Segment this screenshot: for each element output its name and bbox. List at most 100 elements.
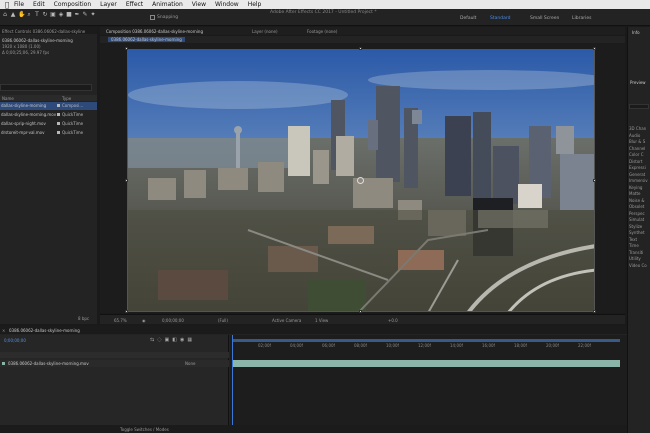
- effect-category-item[interactable]: Immersiv: [629, 178, 648, 183]
- pan-behind-tool-icon[interactable]: ◈: [58, 12, 64, 18]
- camera-tool-icon[interactable]: ▣: [50, 12, 56, 18]
- bpc-button[interactable]: 8 bpc: [78, 316, 89, 321]
- menu-animation[interactable]: Animation: [152, 1, 183, 8]
- effect-category-item[interactable]: Synthet: [629, 230, 645, 235]
- effect-category-item[interactable]: Stylize: [629, 224, 642, 229]
- shape-tool-icon[interactable]: ■: [66, 12, 72, 18]
- menu-composition[interactable]: Composition: [54, 1, 91, 8]
- menu-layer[interactable]: Layer: [100, 1, 117, 8]
- close-icon[interactable]: ×: [2, 328, 5, 333]
- apple-icon[interactable]: : [0, 1, 14, 9]
- effect-category-item[interactable]: Color C: [629, 152, 644, 157]
- pen-tool-icon[interactable]: ✒: [74, 12, 80, 18]
- transform-handle[interactable]: [593, 47, 596, 50]
- workspace-default[interactable]: Default: [460, 16, 476, 21]
- parent-dropdown[interactable]: None: [185, 361, 195, 366]
- playhead[interactable]: [232, 335, 233, 425]
- effect-category-item[interactable]: Keying: [629, 185, 642, 190]
- tab-composition[interactable]: Composition 0386.06062-dallas-skyline-mo…: [106, 29, 203, 34]
- zoom-tool-icon[interactable]: ⌕: [26, 12, 32, 18]
- effect-controls-tab[interactable]: Effect Controls 0386.06062-dallas-skylin…: [2, 29, 85, 34]
- selection-tool-icon[interactable]: ▲: [10, 12, 16, 18]
- menu-file[interactable]: File: [14, 1, 24, 8]
- zoom-dropdown[interactable]: 65.7%: [114, 318, 127, 323]
- transform-handle[interactable]: [359, 310, 362, 313]
- effect-category-item[interactable]: Channel: [629, 146, 645, 151]
- menu-view[interactable]: View: [192, 1, 206, 8]
- effect-category-item[interactable]: Matte: [629, 191, 641, 196]
- brush-tool-icon[interactable]: ✎: [82, 12, 88, 18]
- column-name[interactable]: Name: [2, 96, 14, 101]
- puppet-tool-icon[interactable]: ✦: [90, 12, 96, 18]
- list-item[interactable]: dallas-skyline-morning.mov QuickTime: [0, 111, 97, 119]
- hand-tool-icon[interactable]: ✋: [18, 12, 25, 18]
- transform-handle[interactable]: [125, 47, 128, 50]
- effect-category-item[interactable]: Obsolet: [629, 204, 644, 209]
- column-type[interactable]: Type: [62, 96, 71, 101]
- list-item[interactable]: dallas-skyline-morning Composi...: [0, 102, 97, 110]
- text-tool-icon[interactable]: T: [34, 12, 40, 18]
- effects-search-input[interactable]: [629, 104, 649, 109]
- transform-handle[interactable]: [359, 47, 362, 50]
- menu-effect[interactable]: Effect: [126, 1, 143, 8]
- resolution-dropdown[interactable]: (Full): [218, 318, 228, 323]
- tab-info[interactable]: Info: [632, 30, 640, 35]
- workspace-small-screen[interactable]: Small Screen: [530, 16, 559, 21]
- effect-category-item[interactable]: Time: [629, 243, 639, 248]
- workspace-standard[interactable]: Standard: [490, 16, 510, 21]
- workspace-libraries[interactable]: Libraries: [572, 16, 591, 21]
- effect-category-item[interactable]: Generat: [629, 172, 645, 177]
- effect-category-item[interactable]: Perspec: [629, 211, 645, 216]
- timeline-tab-bar: × 0386.06062-dallas-skyline-morning: [0, 326, 627, 334]
- timeline-timecode[interactable]: 0;00;00;00: [4, 338, 26, 343]
- transform-handle[interactable]: [593, 310, 596, 313]
- layer-duration-bar[interactable]: [232, 360, 620, 367]
- timeline-switches[interactable]: ⇆◌▣◧◉▦: [150, 337, 230, 345]
- views-dropdown[interactable]: 1 View: [315, 318, 328, 323]
- anchor-point-icon[interactable]: [357, 177, 364, 184]
- effect-category-item[interactable]: Video Co: [629, 263, 647, 268]
- rotate-tool-icon[interactable]: ↻: [42, 12, 48, 18]
- effect-category-item[interactable]: Simulat: [629, 217, 644, 222]
- list-item[interactable]: drstoreit-mpr-val.mov QuickTime: [0, 129, 97, 137]
- menu-edit[interactable]: Edit: [33, 1, 45, 8]
- transform-handle[interactable]: [125, 179, 128, 182]
- menu-window[interactable]: Window: [215, 1, 239, 8]
- tab-layer[interactable]: Layer (none): [252, 29, 278, 34]
- tab-preview[interactable]: Preview: [630, 80, 646, 85]
- menu-help[interactable]: Help: [248, 1, 262, 8]
- composition-footer: 65.7% ◉ 0;00;00;00 (Full) Active Camera …: [100, 314, 625, 324]
- transform-handle[interactable]: [593, 179, 596, 182]
- effect-category-item[interactable]: Blur & S: [629, 139, 645, 144]
- home-icon[interactable]: ⌂: [2, 12, 8, 18]
- effect-category-item[interactable]: Expressi: [629, 165, 646, 170]
- project-search-input[interactable]: [0, 84, 92, 91]
- effect-category-item[interactable]: Utility: [629, 256, 641, 261]
- current-time-display[interactable]: 0;00;00;00: [162, 318, 184, 323]
- effect-category-item[interactable]: Noise &: [629, 198, 645, 203]
- project-tab-bar: Effect Controls 0386.06062-dallas-skylin…: [0, 27, 97, 34]
- table-row[interactable]: 0386.06062-dallas-skyline-morning.mov No…: [0, 360, 229, 367]
- tab-footage[interactable]: Footage (none): [307, 29, 337, 34]
- effect-category-item[interactable]: Transiti: [629, 250, 643, 255]
- transform-handle[interactable]: [125, 310, 128, 313]
- effect-category-item[interactable]: Distort: [629, 159, 643, 164]
- toggle-switches-modes[interactable]: Toggle Switches / Modes: [120, 427, 169, 432]
- layer-name[interactable]: 0386.06062-dallas-skyline-morning.mov: [8, 361, 89, 366]
- exposure-value[interactable]: +0.0: [388, 318, 398, 323]
- effect-category-item[interactable]: Audio: [629, 133, 640, 138]
- timeline-column-header: [0, 352, 229, 358]
- timeline-tab[interactable]: 0386.06062-dallas-skyline-morning: [9, 328, 80, 333]
- camera-snapshot-icon[interactable]: ◉: [142, 318, 146, 323]
- effect-category-item[interactable]: 3D Chan: [629, 126, 646, 131]
- list-item[interactable]: dallas-sprip-night.mov QuickTime: [0, 120, 97, 128]
- ruler-tick-label: 12;00f: [418, 343, 431, 348]
- timeline-graph-area[interactable]: [230, 335, 627, 425]
- work-area-bar[interactable]: [232, 339, 620, 342]
- camera-dropdown[interactable]: Active Camera: [272, 318, 301, 323]
- comp-sub-tab[interactable]: 0386.06062-dallas-skyline-morning: [108, 37, 185, 42]
- ruler-tick-label: 20;00f: [546, 343, 559, 348]
- snapping-checkbox[interactable]: [150, 15, 155, 20]
- ruler-tick-label: 16;00f: [482, 343, 495, 348]
- effect-category-item[interactable]: Text: [629, 237, 637, 242]
